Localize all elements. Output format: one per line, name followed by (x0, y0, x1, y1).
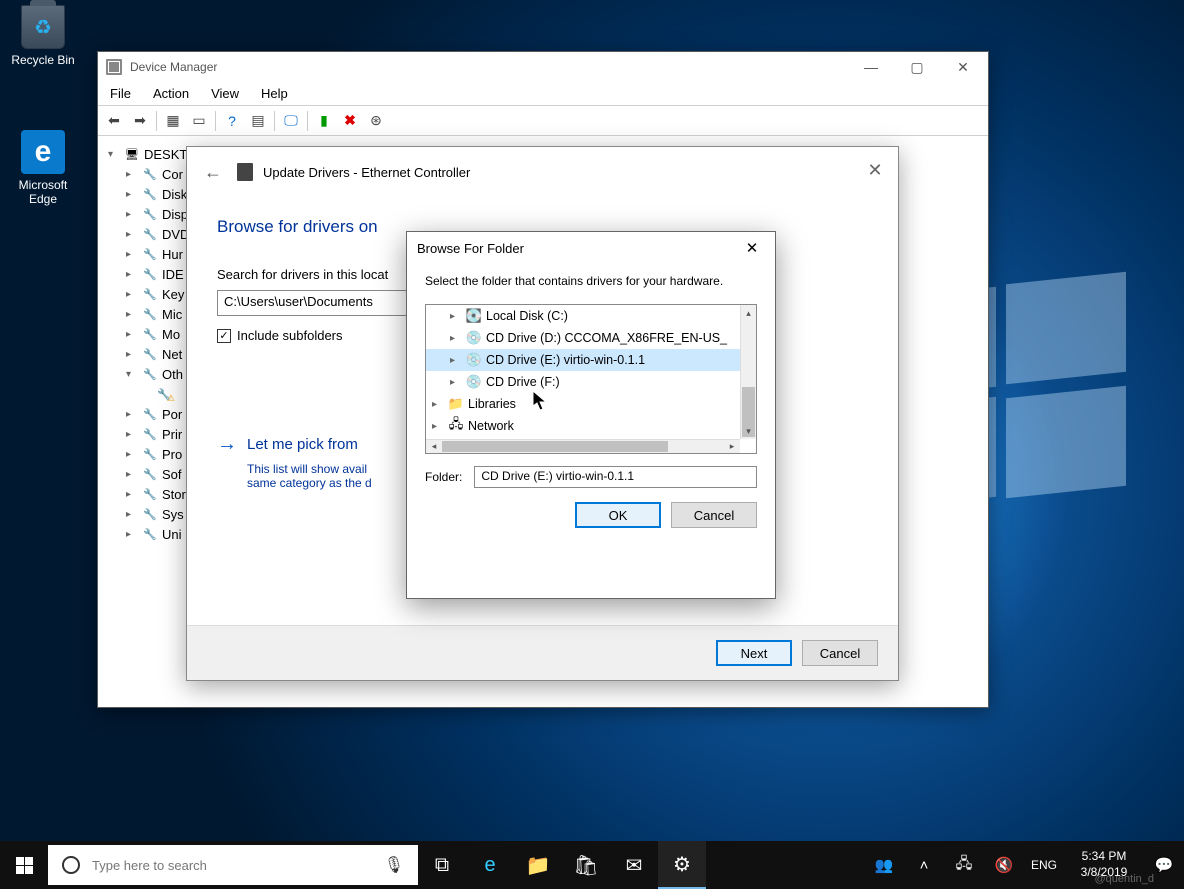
dialog-title: Browse For Folder (417, 241, 524, 256)
dialog-message: Select the folder that contains drivers … (407, 264, 775, 296)
scroll-right-icon[interactable]: ▸ (724, 440, 740, 453)
menu-view[interactable]: View (207, 84, 243, 103)
menu-help[interactable]: Help (257, 84, 292, 103)
volume-muted-icon[interactable]: 🔇 (984, 841, 1024, 889)
folder-tree-item[interactable]: ▸📁Libraries (426, 393, 740, 415)
desktop-icon-label: Recycle Bin (5, 53, 81, 67)
update-driver-icon[interactable]: 🖵 (279, 109, 303, 133)
ok-button[interactable]: OK (575, 502, 661, 528)
taskbar-app-store[interactable]: 🛍 (562, 841, 610, 889)
folder-tree-item[interactable]: ▸💿CD Drive (D:) CCCOMA_X86FRE_EN-US_ (426, 327, 740, 349)
horizontal-scrollbar[interactable]: ◂ ▸ (426, 439, 740, 453)
wizard-title: Update Drivers - Ethernet Controller (263, 165, 470, 180)
desktop-icon-edge[interactable]: e Microsoft Edge (5, 130, 81, 206)
menu-bar: File Action View Help (98, 82, 988, 106)
menu-file[interactable]: File (106, 84, 135, 103)
device-icon (237, 163, 253, 181)
close-icon[interactable]: ✕ (739, 235, 765, 261)
windows-logo-icon (16, 857, 33, 874)
folder-label: Folder: (425, 470, 462, 484)
taskbar-app-edge[interactable]: e (466, 841, 514, 889)
taskbar-app-explorer[interactable]: 📁 (514, 841, 562, 889)
network-icon[interactable]: 🖧 (944, 841, 984, 889)
toolbar: ⬅ ➡ ▦ ▭ ? ▤ 🖵 ▮ ✖ ⊛ (98, 106, 988, 136)
browse-for-folder-dialog: Browse For Folder ✕ Select the folder th… (406, 231, 776, 599)
app-icon (106, 59, 122, 75)
close-button[interactable]: ✕ (940, 53, 986, 81)
nav-back-icon[interactable]: ⬅ (102, 109, 126, 133)
close-icon[interactable]: ✕ (860, 155, 890, 185)
cortana-icon (62, 856, 80, 874)
watermark: @quentin_d (1095, 873, 1155, 885)
scroll-thumb[interactable] (442, 441, 668, 452)
help-icon[interactable]: ? (220, 109, 244, 133)
back-button[interactable]: ← (199, 158, 227, 186)
next-button[interactable]: Next (716, 640, 792, 666)
scroll-up-icon[interactable]: ▴ (741, 305, 756, 321)
menu-action[interactable]: Action (149, 84, 193, 103)
maximize-button[interactable]: ▢ (894, 53, 940, 81)
folder-tree-item[interactable]: ▸💿CD Drive (F:) (426, 371, 740, 393)
microphone-icon[interactable]: 🎙 (384, 855, 404, 875)
cancel-button[interactable]: Cancel (671, 502, 757, 528)
start-button[interactable] (0, 841, 48, 889)
taskbar-search[interactable]: Type here to search 🎙 (48, 845, 418, 885)
include-subfolders-label: Include subfolders (237, 328, 343, 343)
desktop-icon-recycle-bin[interactable]: Recycle Bin (5, 5, 81, 67)
enable-device-icon[interactable]: ▮ (312, 109, 336, 133)
folder-name-input[interactable]: CD Drive (E:) virtio-win-0.1.1 (474, 466, 757, 488)
taskbar: Type here to search 🎙 ⧉ e 📁 🛍 ✉ ⚙ 👥 ˄ 🖧 … (0, 841, 1184, 889)
search-placeholder: Type here to search (92, 858, 372, 873)
scroll-down-icon[interactable]: ▾ (741, 423, 756, 439)
desktop-icon-label: Microsoft Edge (5, 178, 81, 206)
properties-icon[interactable]: ▭ (187, 109, 211, 133)
edge-icon: e (21, 130, 65, 174)
minimize-button[interactable]: — (848, 53, 894, 81)
taskbar-app-device-manager[interactable]: ⚙ (658, 841, 706, 889)
folder-tree-item[interactable]: ▸💽Local Disk (C:) (426, 305, 740, 327)
folder-tree[interactable]: ▸💽Local Disk (C:)▸💿CD Drive (D:) CCCOMA_… (425, 304, 757, 454)
window-title: Device Manager (130, 60, 217, 74)
scroll-left-icon[interactable]: ◂ (426, 440, 442, 453)
folder-tree-item[interactable]: ▸🖧Network (426, 415, 740, 437)
recycle-bin-icon (21, 5, 65, 49)
folder-tree-item[interactable]: ▸💿CD Drive (E:) virtio-win-0.1.1 (426, 349, 740, 371)
nav-forward-icon[interactable]: ➡ (128, 109, 152, 133)
titlebar[interactable]: Device Manager — ▢ ✕ (98, 52, 988, 82)
tray-chevron-up-icon[interactable]: ˄ (904, 841, 944, 889)
wizard-footer: Next Cancel (187, 625, 898, 680)
language-indicator[interactable]: ENG (1024, 858, 1064, 872)
people-icon[interactable]: 👥 (864, 841, 904, 889)
include-subfolders-checkbox[interactable]: ✓ (217, 329, 231, 343)
show-tree-icon[interactable]: ▦ (161, 109, 185, 133)
taskbar-app-mail[interactable]: ✉ (610, 841, 658, 889)
scan-hardware-icon[interactable]: ⊛ (364, 109, 388, 133)
vertical-scrollbar[interactable]: ▴ ▾ (740, 305, 756, 439)
task-view-button[interactable]: ⧉ (418, 841, 466, 889)
scan-icon[interactable]: ▤ (246, 109, 270, 133)
uninstall-device-icon[interactable]: ✖ (338, 109, 362, 133)
arrow-right-icon: → (217, 433, 237, 456)
cancel-button[interactable]: Cancel (802, 640, 878, 666)
